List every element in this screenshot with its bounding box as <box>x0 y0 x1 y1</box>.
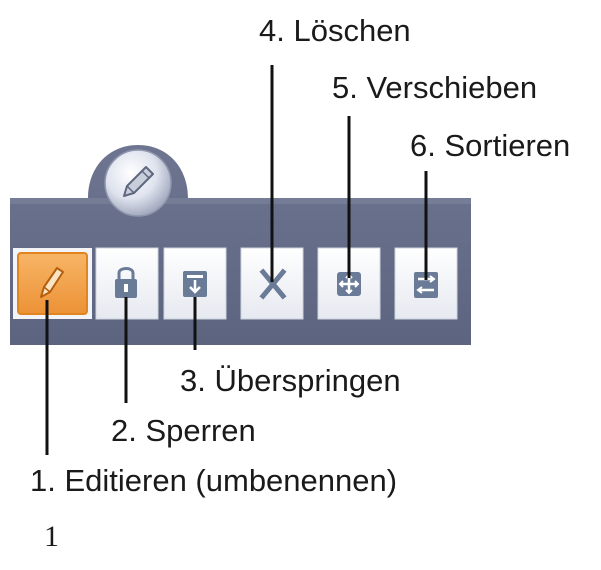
footnote-number: 1 <box>44 520 59 553</box>
edit-mode-knob[interactable] <box>104 149 172 217</box>
edit-button[interactable] <box>13 248 92 319</box>
label-lock: 2. Sperren <box>111 413 256 448</box>
label-sort: 6. Sortieren <box>410 128 571 163</box>
label-move: 5. Verschieben <box>332 70 538 105</box>
label-delete: 4. Löschen <box>259 13 411 48</box>
skip-icon <box>183 271 207 297</box>
label-edit: 1. Editieren (umbenennen) <box>30 463 398 498</box>
label-skip: 3. Überspringen <box>180 363 401 398</box>
